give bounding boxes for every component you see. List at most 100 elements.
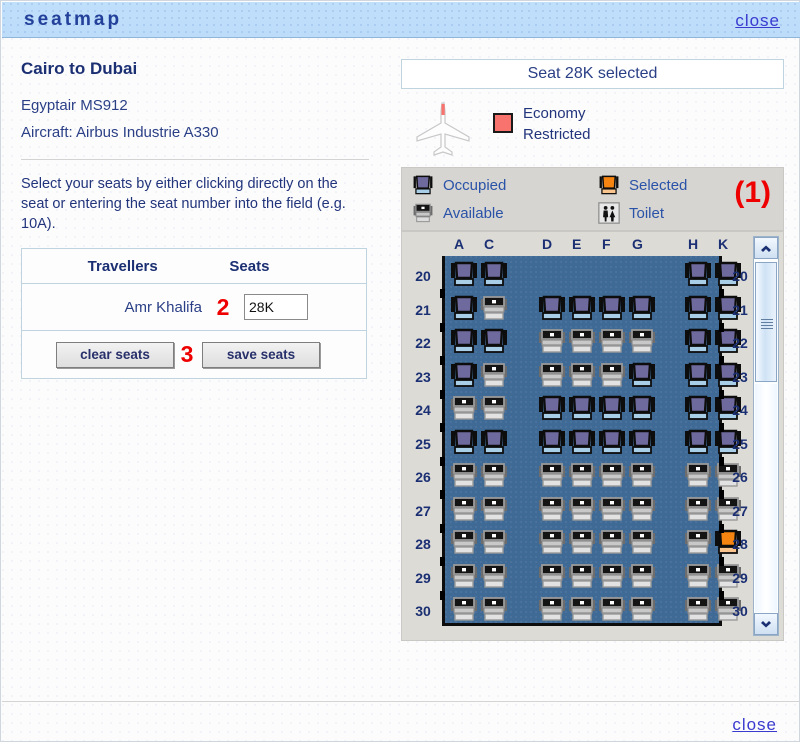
seat-25G[interactable] — [629, 428, 655, 456]
legend-item-available: Available — [412, 202, 504, 224]
seat-24C[interactable] — [481, 394, 507, 422]
seat-26D[interactable] — [539, 461, 565, 489]
seat-21G[interactable] — [629, 294, 655, 322]
seat-21F[interactable] — [599, 294, 625, 322]
seat-28G[interactable] — [629, 528, 655, 556]
seat-26H[interactable] — [685, 461, 711, 489]
seat-30A[interactable] — [451, 595, 477, 623]
seat-27G[interactable] — [629, 495, 655, 523]
seat-25E[interactable] — [569, 428, 595, 456]
seat-25H[interactable] — [685, 428, 711, 456]
seat-20H[interactable] — [685, 260, 711, 288]
seat-number-input[interactable] — [244, 294, 308, 320]
seat-28A[interactable] — [451, 528, 477, 556]
scroll-up-button[interactable] — [754, 237, 778, 259]
seat-27E[interactable] — [569, 495, 595, 523]
row-number-right-29: 29 — [732, 569, 748, 586]
seat-28D[interactable] — [539, 528, 565, 556]
seat-24F[interactable] — [599, 394, 625, 422]
cabin-wall-mark — [719, 423, 724, 432]
seat-20C[interactable] — [481, 260, 507, 288]
seat-25A[interactable] — [451, 428, 477, 456]
seat-28E[interactable] — [569, 528, 595, 556]
scroll-down-button[interactable] — [754, 613, 778, 635]
seatmap-scrollbar[interactable] — [753, 236, 779, 636]
seat-26A[interactable] — [451, 461, 477, 489]
seat-29G[interactable] — [629, 562, 655, 590]
seat-30C[interactable] — [481, 595, 507, 623]
legend-label-selected: Selected — [629, 176, 688, 194]
seat-28C[interactable] — [481, 528, 507, 556]
seat-23H[interactable] — [685, 361, 711, 389]
seat-26E[interactable] — [569, 461, 595, 489]
clear-seats-button[interactable]: clear seats — [56, 341, 174, 368]
seat-21H[interactable] — [685, 294, 711, 322]
seat-24A[interactable] — [451, 394, 477, 422]
cabin-wall-mark — [719, 590, 724, 600]
selected-seat-icon — [599, 175, 619, 195]
seat-30H[interactable] — [685, 595, 711, 623]
seat-30E[interactable] — [569, 595, 595, 623]
cabin-wall-mark — [440, 590, 445, 600]
seat-24G[interactable] — [629, 394, 655, 422]
seat-21A[interactable] — [451, 294, 477, 322]
seat-29A[interactable] — [451, 562, 477, 590]
scroll-track[interactable] — [755, 384, 777, 612]
seat-22F[interactable] — [599, 327, 625, 355]
close-link-bottom[interactable]: close — [732, 715, 777, 735]
cabin-wall-mark — [719, 523, 724, 533]
seat-29E[interactable] — [569, 562, 595, 590]
flight-details-panel: Cairo to Dubai Egyptair MS912 Aircraft: … — [21, 59, 371, 379]
seat-23A[interactable] — [451, 361, 477, 389]
row-number-right-26: 26 — [732, 469, 748, 485]
save-seats-button[interactable]: save seats — [202, 341, 320, 368]
seat-27C[interactable] — [481, 495, 507, 523]
button-bar-spacer-mid: 3 — [174, 341, 202, 368]
seat-26F[interactable] — [599, 461, 625, 489]
seat-26C[interactable] — [481, 461, 507, 489]
seat-29D[interactable] — [539, 562, 565, 590]
seat-25F[interactable] — [599, 428, 625, 456]
seat-22D[interactable] — [539, 327, 565, 355]
row-number-left-20: 20 — [415, 268, 431, 284]
scroll-thumb[interactable] — [755, 262, 777, 382]
seat-29F[interactable] — [599, 562, 625, 590]
seat-24H[interactable] — [685, 394, 711, 422]
column-label-G: G — [632, 236, 643, 252]
seat-25C[interactable] — [481, 428, 507, 456]
seat-29C[interactable] — [481, 562, 507, 590]
seatmap-panel: Seat 28K selected Economy Restricted Occ… — [401, 59, 786, 641]
seat-25D[interactable] — [539, 428, 565, 456]
seat-23D[interactable] — [539, 361, 565, 389]
seat-column-headers: ACDEFGHK — [402, 236, 747, 256]
seat-22E[interactable] — [569, 327, 595, 355]
seat-30F[interactable] — [599, 595, 625, 623]
cabin-wall-mark — [719, 356, 724, 365]
seat-23F[interactable] — [599, 361, 625, 389]
seat-23E[interactable] — [569, 361, 595, 389]
seat-22A[interactable] — [451, 327, 477, 355]
seat-27A[interactable] — [451, 495, 477, 523]
seat-22C[interactable] — [481, 327, 507, 355]
seat-30G[interactable] — [629, 595, 655, 623]
seat-21D[interactable] — [539, 294, 565, 322]
seat-28H[interactable] — [685, 528, 711, 556]
seat-20A[interactable] — [451, 260, 477, 288]
seat-29H[interactable] — [685, 562, 711, 590]
seat-22H[interactable] — [685, 327, 711, 355]
seat-23G[interactable] — [629, 361, 655, 389]
seat-23C[interactable] — [481, 361, 507, 389]
seat-21C[interactable] — [481, 294, 507, 322]
seat-26G[interactable] — [629, 461, 655, 489]
seat-27F[interactable] — [599, 495, 625, 523]
seat-21E[interactable] — [569, 294, 595, 322]
seat-24E[interactable] — [569, 394, 595, 422]
seat-30D[interactable] — [539, 595, 565, 623]
seat-24D[interactable] — [539, 394, 565, 422]
seat-22G[interactable] — [629, 327, 655, 355]
seat-27H[interactable] — [685, 495, 711, 523]
legend-item-toilet: Toilet — [598, 202, 664, 224]
close-link-top[interactable]: close — [735, 11, 780, 31]
seat-28F[interactable] — [599, 528, 625, 556]
seat-27D[interactable] — [539, 495, 565, 523]
